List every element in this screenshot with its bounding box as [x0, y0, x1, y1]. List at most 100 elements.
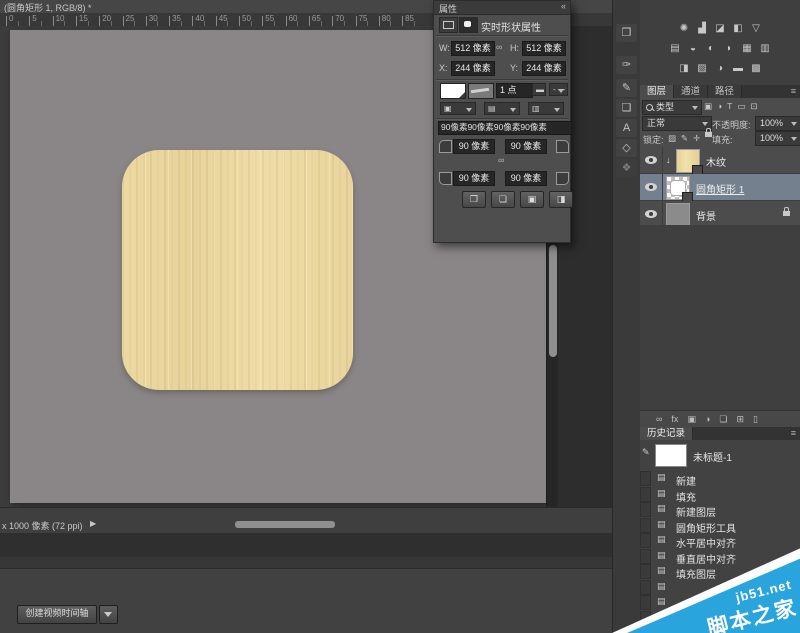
history-menu-icon[interactable]: ≡: [791, 427, 800, 440]
layer-visibility-toggle[interactable]: [640, 147, 663, 173]
new-adjustment-layer-icon[interactable]: ◑: [705, 412, 710, 427]
hue-saturation-icon[interactable]: ▤: [668, 42, 682, 55]
history-item[interactable]: ▤新建图层: [640, 502, 800, 517]
vibrance-icon[interactable]: ▽: [749, 22, 763, 35]
timeline-mode-dropdown[interactable]: [99, 605, 118, 624]
radius-bottom-left-input[interactable]: 90 像素: [453, 171, 495, 186]
tab-paths[interactable]: 路径: [708, 85, 742, 98]
selective-color-icon[interactable]: ▩: [749, 62, 763, 75]
black-white-icon[interactable]: ◐: [704, 42, 718, 55]
notes-icon[interactable]: ❖: [616, 159, 637, 177]
character-icon[interactable]: A: [616, 119, 637, 137]
layer-visibility-toggle[interactable]: [640, 174, 663, 200]
history-snapshot-row[interactable]: ✎ 未标题-1: [640, 442, 800, 468]
filter-smart-objects-icon[interactable]: ⊡: [750, 100, 757, 112]
radius-top-right-input[interactable]: 90 像素: [505, 139, 547, 154]
filter-type-layers-icon[interactable]: T: [727, 100, 732, 112]
layer-row[interactable]: 圆角矩形 1: [640, 174, 800, 201]
history-brush-source-toggle[interactable]: [640, 518, 651, 533]
history-item[interactable]: ▤圆角矩形工具: [640, 518, 800, 533]
filter-pixel-layers-icon[interactable]: ▣: [704, 100, 712, 112]
invert-icon[interactable]: ◨: [677, 62, 691, 75]
wood-rounded-rectangle[interactable]: [122, 150, 353, 390]
new-group-icon[interactable]: ❏: [719, 412, 727, 427]
shape-op-intersect-button[interactable]: ▣: [520, 191, 544, 208]
layer-thumbnail[interactable]: [666, 203, 690, 227]
layer-thumbnail[interactable]: [666, 176, 690, 200]
add-layer-mask-icon[interactable]: ▣: [687, 412, 696, 427]
snapshot-thumbnail[interactable]: [655, 444, 687, 467]
status-menu-arrow-icon[interactable]: ▶: [90, 519, 96, 528]
stroke-align-select[interactable]: ▣: [440, 102, 476, 115]
3d-icon[interactable]: ◇: [616, 139, 637, 157]
styles-icon[interactable]: ❏: [616, 99, 637, 117]
radius-link-icon[interactable]: ∞: [498, 155, 504, 165]
lock-position-icon[interactable]: ✛: [693, 132, 700, 144]
brightness-contrast-icon[interactable]: ✺: [677, 22, 691, 35]
properties-header[interactable]: 属性 «: [434, 1, 570, 15]
filter-shape-layers-icon[interactable]: ▭: [737, 100, 745, 112]
opacity-input[interactable]: 100%: [755, 116, 800, 131]
stroke-type-select[interactable]: ▬: [532, 83, 546, 96]
photo-filter-icon[interactable]: ◗: [722, 42, 736, 55]
height-input[interactable]: 512 像素: [522, 41, 566, 56]
color-balance-icon[interactable]: ◒: [686, 42, 700, 55]
stroke-color-swatch[interactable]: [468, 83, 494, 99]
shape-op-exclude-button[interactable]: ◨: [549, 191, 573, 208]
posterize-icon[interactable]: ▨: [695, 62, 709, 75]
brush-icon[interactable]: ✎: [616, 79, 637, 97]
fill-color-swatch[interactable]: [440, 83, 466, 99]
curves-icon[interactable]: ◪: [713, 22, 727, 35]
y-input[interactable]: 244 像素: [522, 61, 566, 76]
width-input[interactable]: 512 像素: [451, 41, 495, 56]
filter-adjustment-layers-icon[interactable]: ◑: [717, 100, 722, 112]
layer-thumbnail[interactable]: [676, 149, 700, 173]
brush-presets-icon[interactable]: ✑: [616, 56, 637, 74]
clone-source-icon[interactable]: ❐: [616, 24, 637, 42]
radius-bottom-right-input[interactable]: 90 像素: [505, 171, 547, 186]
new-layer-icon[interactable]: ⊞: [736, 412, 744, 427]
create-video-timeline-button[interactable]: 创建视频时间轴: [17, 605, 97, 624]
layers-menu-icon[interactable]: ≡: [791, 85, 800, 98]
stroke-caps-select[interactable]: ▤: [484, 102, 520, 115]
history-brush-source-toggle[interactable]: [640, 487, 651, 502]
layer-name[interactable]: 木纹: [706, 154, 726, 169]
history-brush-source-icon[interactable]: ✎: [642, 447, 650, 458]
exposure-icon[interactable]: ◧: [731, 22, 745, 35]
delete-layer-icon[interactable]: ▯: [753, 412, 758, 427]
tab-channels[interactable]: 通道: [674, 85, 708, 98]
lock-pixels-icon[interactable]: ✎: [681, 132, 688, 144]
tab-history[interactable]: 历史记录: [640, 427, 693, 440]
history-brush-source-toggle[interactable]: [640, 471, 651, 486]
collapse-panel-icon[interactable]: «: [561, 1, 566, 11]
gradient-map-icon[interactable]: ▬: [731, 62, 745, 75]
shape-op-combine-button[interactable]: ❐: [462, 191, 486, 208]
history-item[interactable]: ▤填充: [640, 487, 800, 502]
history-brush-source-toggle[interactable]: [640, 502, 651, 517]
layer-name[interactable]: 圆角矩形 1: [696, 181, 744, 196]
horizontal-scrollbar-thumb[interactable]: [235, 521, 335, 528]
levels-icon[interactable]: ▟: [695, 22, 709, 35]
stroke-corners-select[interactable]: ▥: [528, 102, 564, 115]
blend-mode-select[interactable]: 正常: [642, 116, 712, 131]
layer-row[interactable]: ↓木纹: [640, 147, 800, 174]
x-input[interactable]: 244 像素: [451, 61, 495, 76]
wh-link-icon[interactable]: ∞: [496, 42, 502, 52]
layer-filter-select[interactable]: 类型: [642, 100, 702, 115]
lock-transparency-icon[interactable]: ▨: [668, 132, 676, 144]
radius-top-left-input[interactable]: 90 像素: [453, 139, 495, 154]
channel-mixer-icon[interactable]: ▦: [740, 42, 754, 55]
shape-op-subtract-button[interactable]: ❏: [491, 191, 515, 208]
color-lookup-icon[interactable]: ▥: [758, 42, 772, 55]
layer-row[interactable]: 背景: [640, 201, 800, 228]
properties-tab[interactable]: 属性: [439, 2, 457, 15]
link-layers-icon[interactable]: ∞: [656, 412, 662, 427]
layer-style-icon[interactable]: fx: [671, 412, 678, 427]
stroke-width-input[interactable]: 1 点: [496, 83, 533, 98]
history-item[interactable]: ▤新建: [640, 471, 800, 486]
vertical-scrollbar-thumb[interactable]: [549, 245, 557, 357]
layer-visibility-toggle[interactable]: [640, 201, 663, 227]
fill-input[interactable]: 100%: [755, 131, 800, 146]
threshold-icon[interactable]: ◑: [713, 62, 727, 75]
tab-layers[interactable]: 图层: [640, 85, 674, 98]
